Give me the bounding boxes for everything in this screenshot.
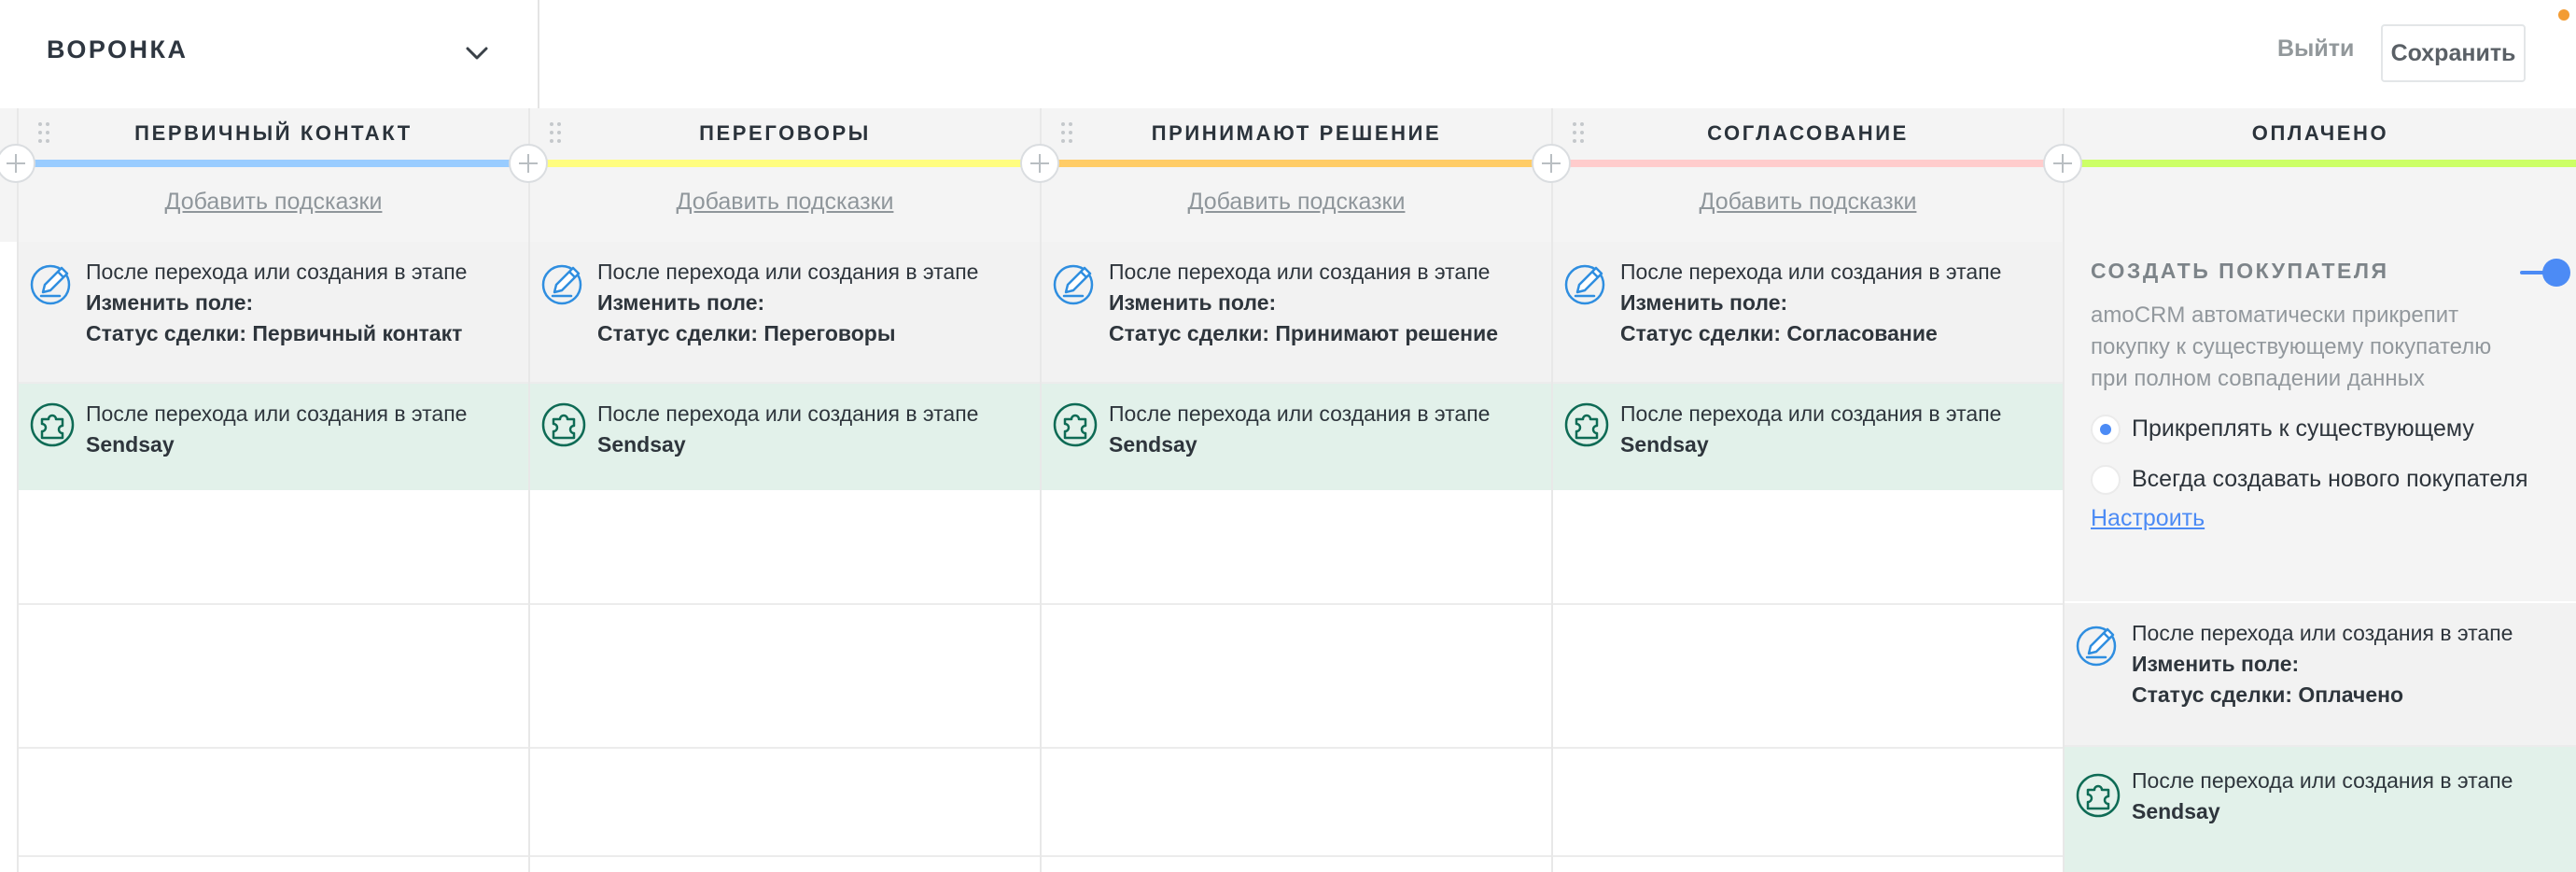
trigger-when: После перехода или создания в этапе (1109, 260, 1491, 284)
trigger-when: После перехода или создания в этапе (2132, 768, 2513, 793)
plus-icon (1542, 154, 1561, 173)
trigger-detail: Статус сделки: Оплачено (2132, 682, 2404, 707)
stage-title[interactable]: ПРИНИМАЮТ РЕШЕНИЕ (1042, 121, 1551, 146)
trigger-sendsay[interactable]: После перехода или создания в этапе Send… (1553, 384, 2063, 490)
create-buyer-description: amoCRM автоматически прикрепит покупку к… (2091, 302, 2492, 391)
stage-column-paid: ОПЛАЧЕНО СОЗДАТЬ ПОКУПАТЕЛЯ amoCRM автом… (2063, 108, 2576, 872)
chevron-down-icon[interactable] (461, 37, 493, 69)
stage-color-line (19, 160, 528, 167)
trigger-name: Sendsay (86, 432, 175, 457)
stage-header: ОПЛАЧЕНО (2065, 108, 2576, 242)
top-bar: ВОРОНКА Выйти Сохранить (0, 0, 2576, 108)
create-buyer-title: СОЗДАТЬ ПОКУПАТЕЛЯ (2091, 259, 2389, 283)
stage-header: ПРИНИМАЮТ РЕШЕНИЕ Добавить подсказки (1042, 108, 1551, 242)
add-hints-link[interactable]: Добавить подсказки (530, 189, 1040, 216)
notification-dot (2558, 9, 2569, 21)
stage-column-deciding: ПРИНИМАЮТ РЕШЕНИЕ Добавить подсказки Пос… (1040, 108, 1551, 872)
plus-icon (1030, 154, 1049, 173)
configure-link[interactable]: Настроить (2091, 505, 2205, 532)
stage-title[interactable]: ПЕРЕГОВОРЫ (530, 121, 1040, 146)
trigger-detail: Статус сделки: Принимают решение (1109, 321, 1498, 345)
pipeline-title: ВОРОНКА (47, 35, 189, 63)
add-stage-button[interactable] (1532, 144, 1571, 183)
stage-header: ПЕРЕГОВОРЫ Добавить подсказки (530, 108, 1040, 242)
trigger-sendsay[interactable]: После перехода или создания в этапе Send… (1042, 384, 1551, 490)
trigger-action: Изменить поле: (86, 290, 254, 315)
puzzle-icon (1053, 402, 1098, 447)
stage-title[interactable]: ОПЛАЧЕНО (2065, 121, 2576, 146)
trigger-when: После перехода или создания в этапе (1620, 401, 2002, 426)
trigger-detail: Статус сделки: Согласование (1620, 321, 1938, 345)
edit-pencil-icon (1564, 264, 1605, 305)
trigger-when: После перехода или создания в этапе (1109, 401, 1491, 426)
trigger-when: После перехода или создания в этапе (1620, 260, 2002, 284)
add-hints-link[interactable]: Добавить подсказки (1042, 189, 1551, 216)
save-button[interactable]: Сохранить (2381, 24, 2526, 82)
stage-title[interactable]: СОГЛАСОВАНИЕ (1553, 121, 2063, 146)
stage-title[interactable]: ПЕРВИЧНЫЙ КОНТАКТ (19, 121, 528, 146)
add-hints-link[interactable]: Добавить подсказки (19, 189, 528, 216)
trigger-action: Изменить поле: (597, 290, 765, 315)
pipeline-board: ПЕРВИЧНЫЙ КОНТАКТ Добавить подсказки Пос… (0, 108, 2576, 872)
edit-pencil-icon (1053, 264, 1094, 305)
radio-button[interactable] (2091, 415, 2121, 444)
stage-header: ПЕРВИЧНЫЙ КОНТАКТ Добавить подсказки (19, 108, 528, 242)
puzzle-icon (541, 402, 586, 447)
radio-label: Всегда создавать нового покупателя (2132, 466, 2528, 492)
puzzle-icon (30, 402, 75, 447)
stage-column-first-contact: ПЕРВИЧНЫЙ КОНТАКТ Добавить подсказки Пос… (17, 108, 528, 872)
stage-column-stub (0, 108, 17, 872)
trigger-change-field[interactable]: После перехода или создания в этапе Изме… (1553, 242, 2063, 384)
trigger-when: После перехода или создания в этапе (597, 260, 979, 284)
add-stage-button[interactable] (509, 144, 548, 183)
trigger-name: Sendsay (2132, 799, 2220, 823)
trigger-when: После перехода или создания в этапе (2132, 621, 2513, 645)
trigger-when: После перехода или создания в этапе (86, 260, 468, 284)
stage-header: СОГЛАСОВАНИЕ Добавить подсказки (1553, 108, 2063, 242)
radio-label: Прикреплять к существующему (2132, 415, 2474, 442)
trigger-sendsay[interactable]: После перехода или создания в этапе Send… (19, 384, 528, 490)
add-hints-link[interactable]: Добавить подсказки (1553, 189, 2063, 216)
trigger-change-field[interactable]: После перехода или создания в этапе Изме… (19, 242, 528, 384)
trigger-detail: Статус сделки: Первичный контакт (86, 321, 463, 345)
trigger-action: Изменить поле: (2132, 652, 2300, 676)
edit-pencil-icon (541, 264, 582, 305)
trigger-change-field[interactable]: После перехода или создания в этапе Изме… (1042, 242, 1551, 384)
puzzle-icon (1564, 402, 1609, 447)
add-stage-button[interactable] (2043, 144, 2082, 183)
trigger-name: Sendsay (1109, 432, 1197, 457)
trigger-name: Sendsay (1620, 432, 1709, 457)
edit-pencil-icon (30, 264, 71, 305)
trigger-sendsay[interactable]: После перехода или создания в этапе Send… (2065, 747, 2576, 872)
stage-column-approval: СОГЛАСОВАНИЕ Добавить подсказки После пе… (1551, 108, 2063, 872)
create-buyer-toggle[interactable] (2520, 259, 2570, 287)
exit-button[interactable]: Выйти (2277, 35, 2354, 63)
trigger-when: После перехода или создания в этапе (597, 401, 979, 426)
stage-column-negotiations: ПЕРЕГОВОРЫ Добавить подсказки После пере… (528, 108, 1040, 872)
radio-button[interactable] (2091, 465, 2121, 495)
stage-color-line (1042, 160, 1551, 167)
trigger-detail: Статус сделки: Переговоры (597, 321, 896, 345)
trigger-name: Sendsay (597, 432, 686, 457)
add-stage-button[interactable] (1020, 144, 1059, 183)
plus-icon (519, 154, 538, 173)
pipeline-selector[interactable]: ВОРОНКА (0, 0, 539, 108)
plus-icon (2053, 154, 2072, 173)
stage-color-line (2065, 160, 2576, 167)
stage-color-line (1553, 160, 2063, 167)
create-buyer-panel: СОЗДАТЬ ПОКУПАТЕЛЯ amoCRM автоматически … (2065, 242, 2576, 601)
edit-pencil-icon (2076, 626, 2117, 667)
trigger-change-field[interactable]: После перехода или создания в этапе Изме… (530, 242, 1040, 384)
trigger-action: Изменить поле: (1620, 290, 1788, 315)
stage-color-line (530, 160, 1040, 167)
puzzle-icon (2076, 773, 2121, 818)
trigger-change-field[interactable]: После перехода или создания в этапе Изме… (2065, 603, 2576, 747)
trigger-when: После перехода или создания в этапе (86, 401, 468, 426)
plus-icon (7, 154, 25, 173)
trigger-sendsay[interactable]: После перехода или создания в этапе Send… (530, 384, 1040, 490)
trigger-action: Изменить поле: (1109, 290, 1277, 315)
